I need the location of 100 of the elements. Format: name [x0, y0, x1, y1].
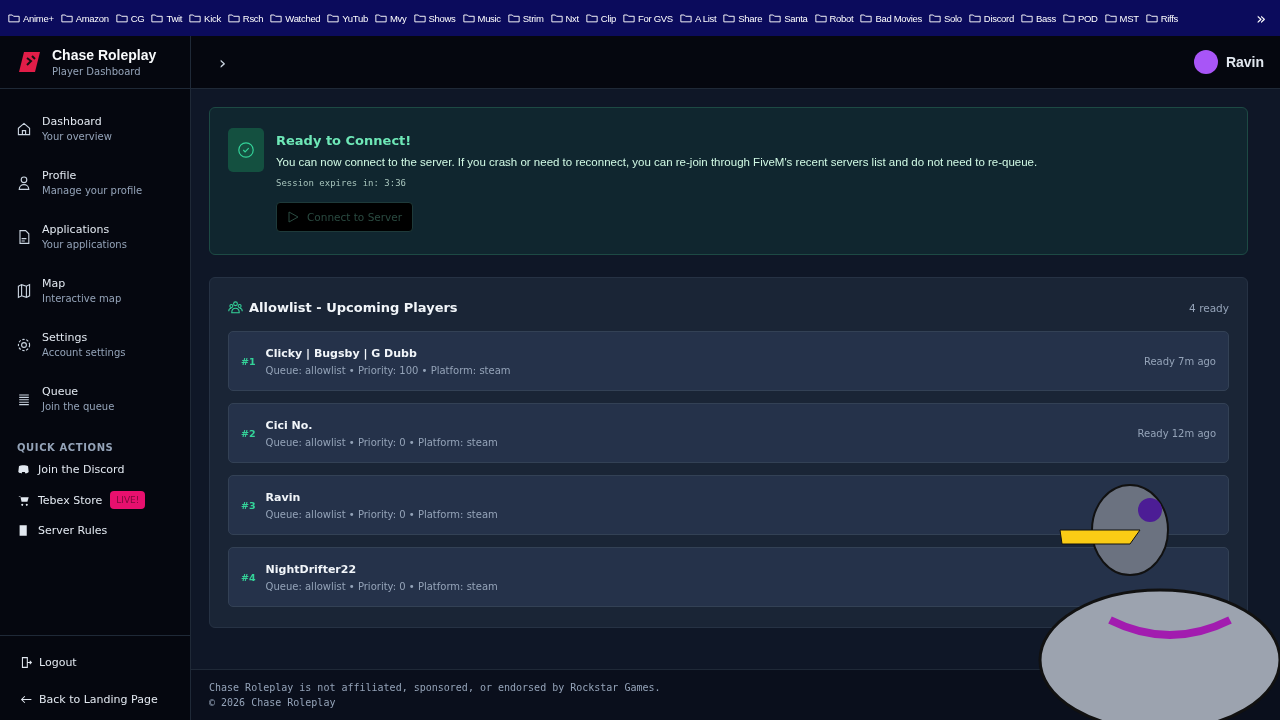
sidebar-nav-item[interactable]: Dashboard Your overview [0, 115, 190, 142]
folder-icon [189, 13, 202, 23]
settings-icon [16, 336, 32, 353]
section-heading: QUICK ACTIONS [17, 442, 115, 453]
bookmark-link[interactable]: Rsch [227, 12, 264, 24]
game-controller-icon [17, 463, 30, 476]
folder-icon [1062, 13, 1075, 23]
folder-icon [413, 13, 426, 23]
folder-icon [327, 13, 340, 23]
folder-icon [151, 13, 164, 23]
copyright-text: © 2026 Chase Roleplay [209, 696, 337, 710]
folder-icon [860, 13, 873, 23]
folder-icon [968, 13, 981, 23]
folder-icon [60, 13, 73, 23]
user-name[interactable]: Ravin [1225, 54, 1264, 70]
ready-time: Ready 7m ago [1143, 355, 1216, 367]
folder-icon [679, 13, 692, 23]
sidebar-nav-item[interactable]: Applications Your applications [0, 223, 190, 250]
folder-icon [585, 13, 598, 23]
folder-icon [1145, 13, 1158, 23]
bookmark-link[interactable]: Mvy [375, 12, 407, 24]
sidebar-nav-item[interactable]: Queue Join the queue [0, 385, 190, 412]
bookmark-link[interactable]: Anime+ [8, 12, 54, 24]
map-icon [16, 282, 32, 299]
bookmark-link[interactable]: Watched [270, 12, 321, 24]
folder-icon [769, 13, 782, 23]
bookmark-link[interactable]: Robot [814, 12, 854, 24]
bookmark-link[interactable]: Share [723, 12, 763, 24]
bookmark-link[interactable]: MST [1104, 12, 1139, 24]
quick-action-link[interactable]: Join the Discord [38, 463, 125, 476]
player-name: NightDrifter22 [265, 562, 358, 576]
allowlist-title: Allowlist - Upcoming Players [249, 300, 458, 315]
quick-action-link[interactable]: Tebex Store [38, 493, 103, 507]
folder-icon [1020, 13, 1033, 23]
bookmark-link[interactable]: CG [115, 12, 145, 24]
session-timer: Session expires in: 3:36 [276, 178, 408, 188]
avatar [1193, 50, 1218, 74]
folder-icon [814, 13, 827, 23]
bookmark-link[interactable]: Bad Movies [860, 12, 922, 24]
brand-title: Chase Roleplay [52, 47, 157, 63]
bookmark-link[interactable]: A List [679, 12, 717, 24]
player-rank: #4 [241, 571, 256, 583]
bookmark-link[interactable]: Nxt [550, 12, 579, 24]
disclaimer-text: Chase Roleplay is not affiliated, sponsored, or endorsed by Rockstar Games. [209, 681, 662, 695]
quick-action-link[interactable]: Server Rules [38, 524, 108, 537]
player-details: Queue: allowlist • Priority: 100 • Platform: steam [265, 364, 511, 376]
logout-icon [20, 656, 33, 669]
folder-icon [1104, 13, 1117, 23]
bookmark-link[interactable]: Solo [929, 12, 962, 24]
arrow-left-icon [20, 693, 33, 706]
bookmark-link[interactable]: Amazon [60, 12, 109, 24]
bookmark-link[interactable]: POD [1062, 12, 1098, 24]
cart-icon [17, 493, 30, 507]
book-icon [17, 524, 30, 537]
player-details: Queue: allowlist • Priority: 0 • Platform: steam [265, 580, 498, 592]
folder-icon [227, 13, 240, 23]
player-name: Ravin [265, 490, 302, 504]
bookmark-link[interactable]: For GVS [623, 12, 673, 24]
folder-icon [507, 13, 520, 23]
user-icon [16, 174, 32, 191]
logo-icon [18, 50, 42, 74]
bookmark-link[interactable]: Clip [585, 12, 617, 24]
bookmark-link[interactable]: Bass [1020, 12, 1056, 24]
home-icon [16, 120, 32, 137]
ready-time: Ready 12m ago [1137, 427, 1216, 439]
logout-link[interactable]: Logout [20, 656, 170, 669]
bookmarks-overflow-button[interactable]: » [1250, 8, 1272, 28]
sidebar-nav-item[interactable]: Settings Account settings [0, 331, 190, 358]
connect-message: You can now connect to the server. If you crash or need to reconnect, you can re-join through FiveM's recent servers list and do not need to re-queue. [276, 156, 1038, 168]
people-icon [228, 300, 243, 315]
folder-icon [929, 13, 941, 23]
expand-sidebar-button[interactable]: › [219, 51, 227, 73]
sidebar-nav-item[interactable]: Map Interactive map [0, 277, 190, 304]
bookmark-link[interactable]: Music [462, 12, 501, 24]
folder-icon [723, 13, 736, 23]
player-name: Clicky | Bugsby | G Dubb [265, 346, 418, 360]
bookmark-link[interactable]: Discord [968, 12, 1014, 24]
ready-count: 4 ready [1189, 301, 1229, 314]
bookmark-link[interactable]: Twit [151, 12, 183, 24]
folder-icon [623, 13, 636, 23]
bookmark-link[interactable]: Riffs [1145, 12, 1179, 24]
bookmark-link[interactable]: Kick [189, 12, 221, 24]
bookmark-link[interactable]: Santa [769, 12, 808, 24]
folder-icon [550, 13, 563, 23]
folder-icon [8, 13, 20, 23]
live-badge: LIVE! [110, 491, 146, 509]
bookmark-link[interactable]: Shows [413, 12, 456, 24]
play-icon [287, 211, 299, 223]
connect-title: Ready to Connect! [276, 133, 413, 148]
folder-icon [375, 13, 387, 23]
player-details: Queue: allowlist • Priority: 0 • Platform: steam [265, 436, 498, 448]
bookmark-link[interactable]: YuTub [327, 12, 368, 24]
folder-icon [462, 13, 475, 23]
brand-subtitle: Player Dashboard [52, 66, 142, 77]
bookmark-link[interactable]: Strim [507, 12, 544, 24]
player-details: Queue: allowlist • Priority: 0 • Platform: steam [265, 508, 498, 520]
document-icon [16, 228, 32, 245]
player-rank: #3 [241, 499, 256, 511]
back-link[interactable]: Back to Landing Page [20, 693, 170, 706]
sidebar-nav-item[interactable]: Profile Manage your profile [0, 169, 190, 196]
